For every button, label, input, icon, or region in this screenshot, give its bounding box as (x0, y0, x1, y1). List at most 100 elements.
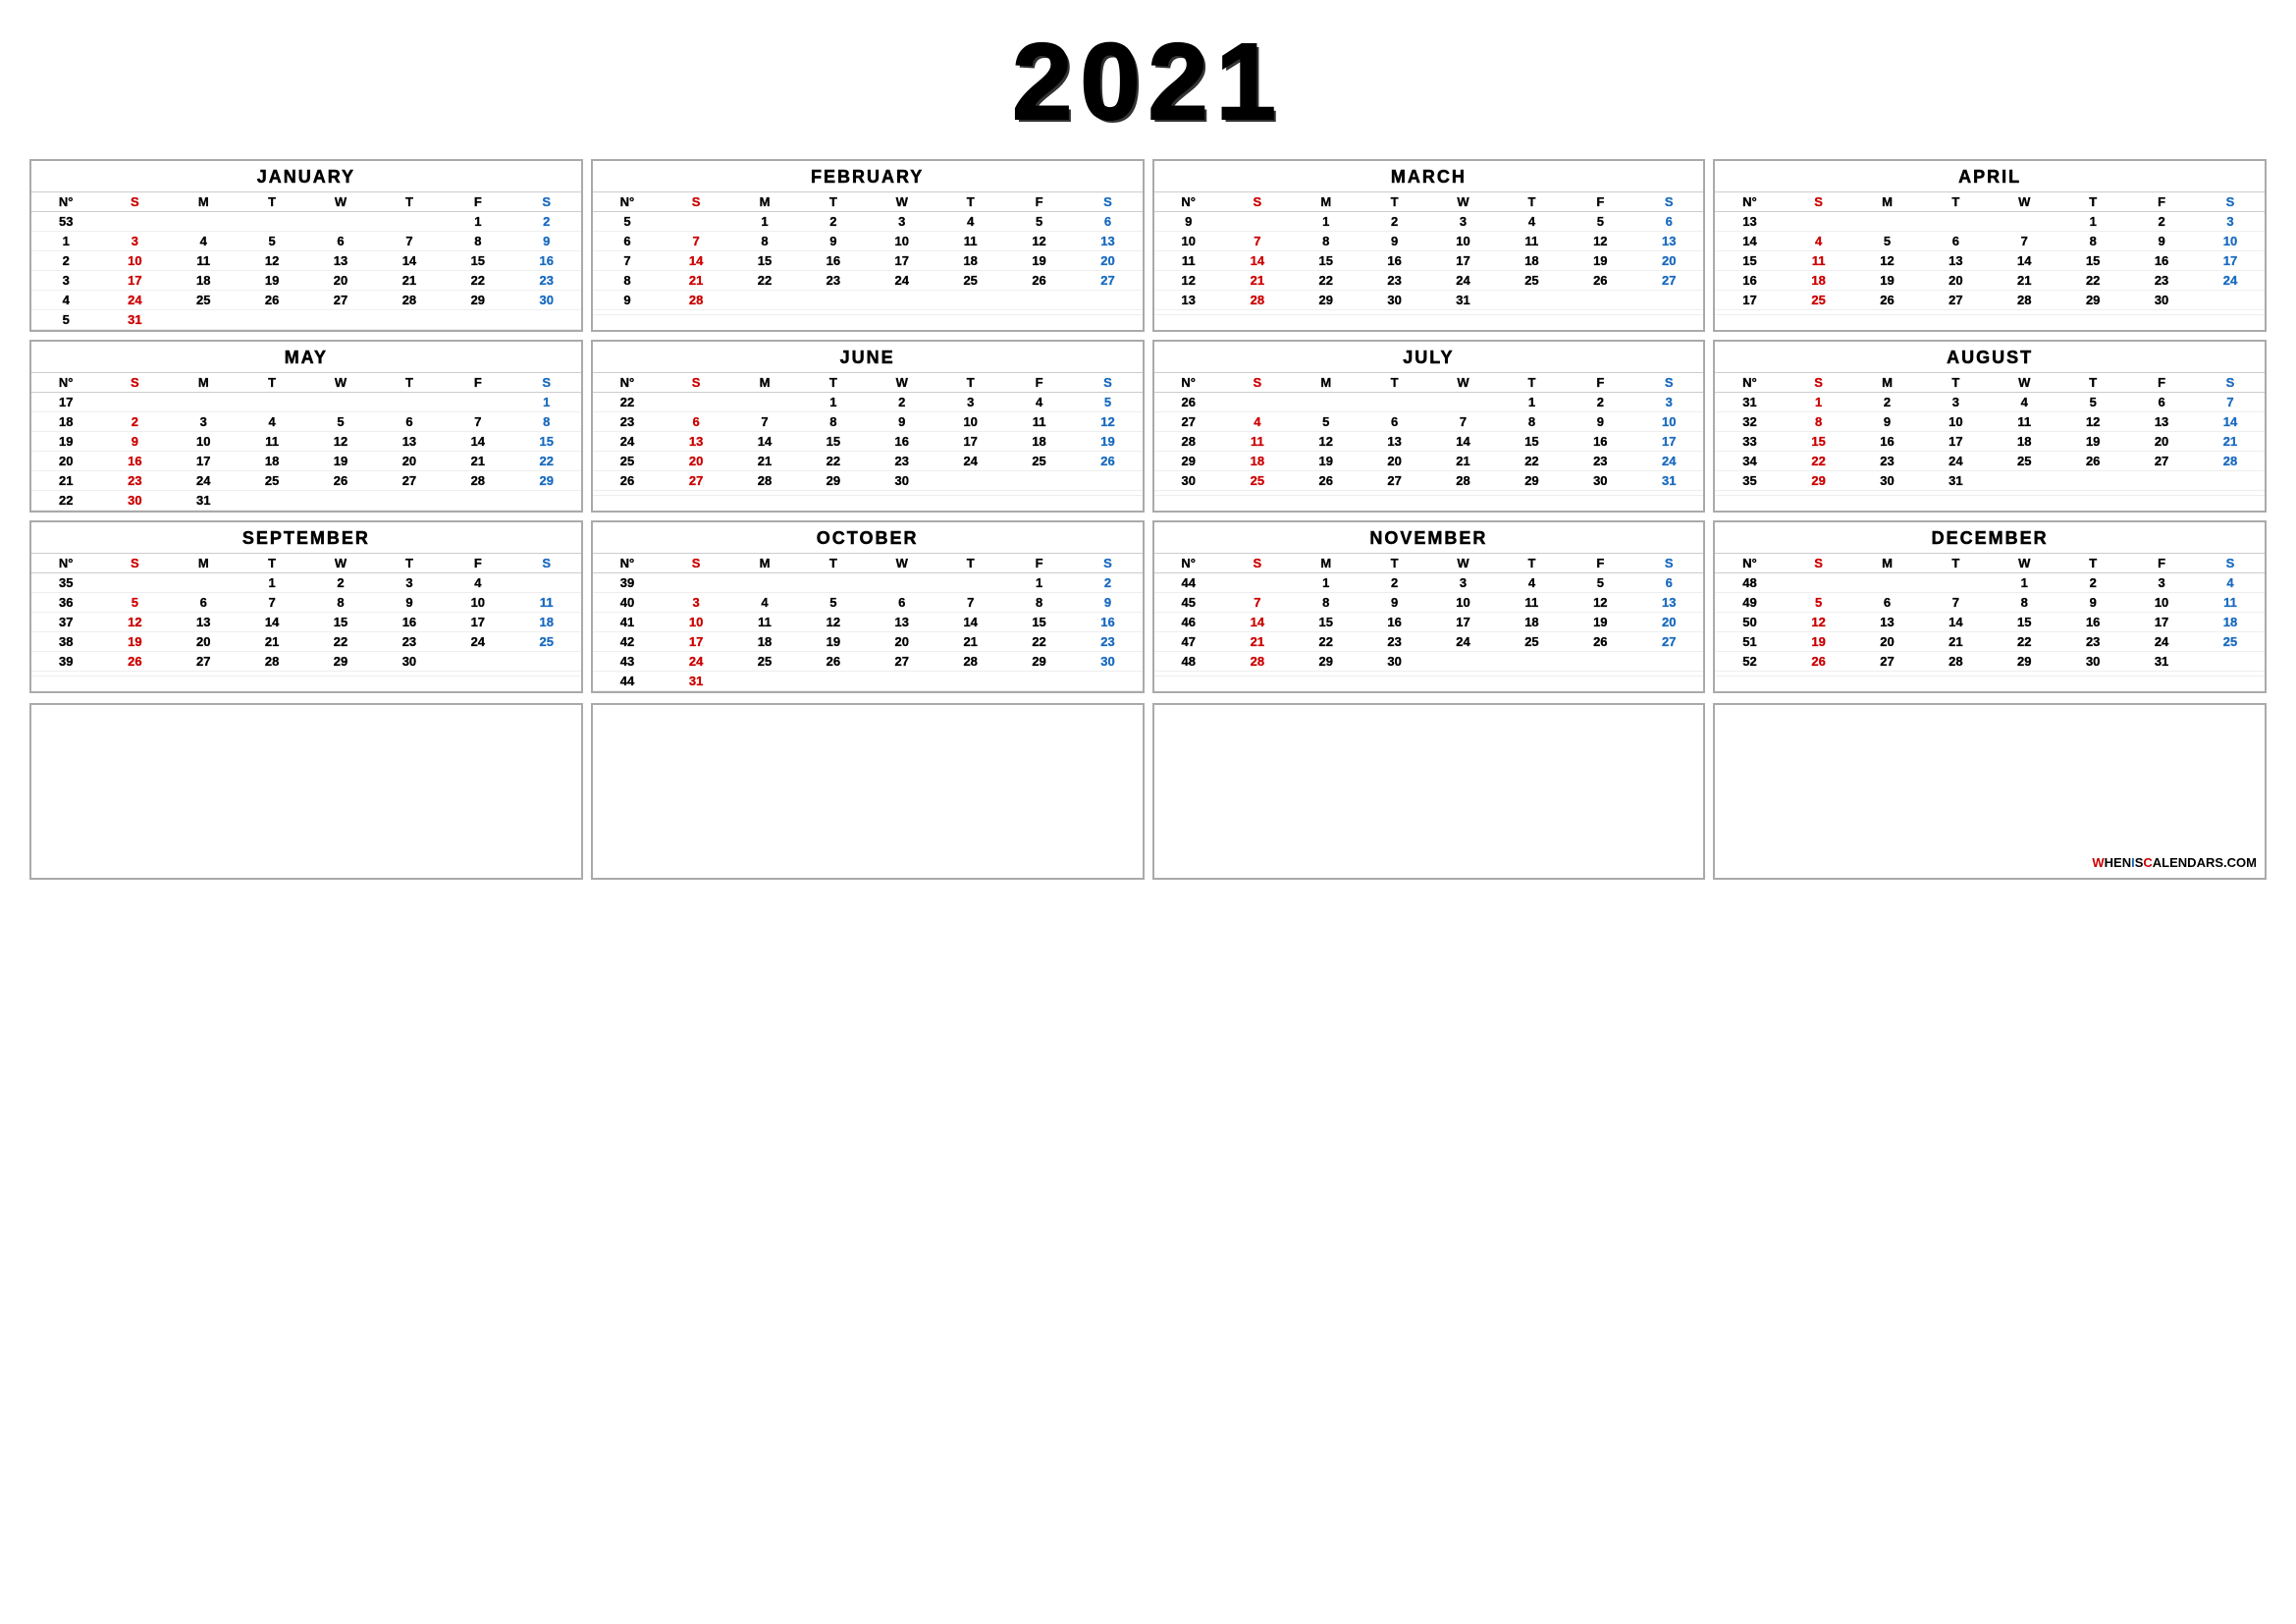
table-row: 182345678 (31, 412, 581, 432)
table-row: 13456789 (31, 232, 581, 251)
table-row: 171 (31, 393, 581, 412)
table-row: 4217181920212223 (593, 632, 1143, 652)
month-table-november: N°SMTWTFS4412345645789101112134614151617… (1154, 553, 1704, 677)
table-row: 2811121314151617 (1154, 432, 1704, 452)
month-block-november: NOVEMBERN°SMTWTFS44123456457891011121346… (1152, 520, 1706, 693)
table-row: 1114151617181920 (1154, 251, 1704, 271)
month-table-february: N°SMTWTFS5123456678910111213714151617181… (593, 191, 1143, 315)
footer-box-3 (1152, 703, 1706, 880)
table-row: 52262728293031 (1715, 652, 2265, 672)
table-row: 4324252627282930 (593, 652, 1143, 672)
table-row (1715, 491, 2265, 496)
table-row: 223031 (31, 491, 581, 511)
table-row: 821222324252627 (593, 271, 1143, 291)
year-title: 2021 (20, 20, 2276, 144)
table-row: 3315161718192021 (1715, 432, 2265, 452)
table-row: 714151617181920 (593, 251, 1143, 271)
table-row: 35293031 (1715, 471, 2265, 491)
table-row: 26123 (1154, 393, 1704, 412)
table-row (593, 491, 1143, 496)
month-block-july: JULYN°SMTWTFS261232745678910281112131415… (1152, 340, 1706, 513)
table-row: 424252627282930 (31, 291, 581, 310)
table-row: 236789101112 (593, 412, 1143, 432)
table-row: 199101112131415 (31, 432, 581, 452)
month-block-april: APRILN°SMTWTFS13123144567891015111213141… (1713, 159, 2267, 332)
month-block-june: JUNEN°SMTWTFS221234523678910111224131415… (591, 340, 1145, 513)
table-row: 1221222324252627 (1154, 271, 1704, 291)
month-table-january: N°SMTWTFS5312134567892101112131415163171… (31, 191, 581, 330)
table-row: 17252627282930 (1715, 291, 2265, 310)
month-title-january: JANUARY (31, 161, 581, 191)
table-row: 32891011121314 (1715, 412, 2265, 432)
table-row: 13123 (1715, 212, 2265, 232)
table-row: 2627282930 (593, 471, 1143, 491)
month-block-december: DECEMBERN°SMTWTFS48123449567891011501213… (1713, 520, 2267, 693)
footer-area: WHENISCALENDARS.COM (20, 703, 2276, 899)
table-row: 2520212223242526 (593, 452, 1143, 471)
month-block-october: OCTOBERN°SMTWTFS391240345678941101112131… (591, 520, 1145, 693)
month-block-may: MAYN°SMTWTFS1711823456781991011121314152… (29, 340, 583, 513)
table-row: 2123242526272829 (31, 471, 581, 491)
table-row: 5312 (31, 212, 581, 232)
month-title-september: SEPTEMBER (31, 522, 581, 553)
table-row: 1618192021222324 (1715, 271, 2265, 291)
table-row: 4578910111213 (1154, 593, 1704, 613)
table-row (1715, 672, 2265, 677)
table-row: 2413141516171819 (593, 432, 1143, 452)
table-row: 49567891011 (1715, 593, 2265, 613)
table-row: 4431 (593, 672, 1143, 691)
table-row: 3819202122232425 (31, 632, 581, 652)
month-table-june: N°SMTWTFS2212345236789101112241314151617… (593, 372, 1143, 496)
table-row: 481234 (1715, 573, 2265, 593)
month-title-may: MAY (31, 342, 581, 372)
footer-box-2 (591, 703, 1145, 880)
month-title-november: NOVEMBER (1154, 522, 1704, 553)
table-row: 351234 (31, 573, 581, 593)
month-block-january: JANUARYN°SMTWTFS531213456789210111213141… (29, 159, 583, 332)
table-row (31, 672, 581, 677)
footer-box-4: WHENISCALENDARS.COM (1713, 703, 2267, 880)
table-row: 2745678910 (1154, 412, 1704, 432)
month-table-april: N°SMTWTFS1312314456789101511121314151617… (1715, 191, 2265, 315)
table-row: 531 (31, 310, 581, 330)
table-row: 44123456 (1154, 573, 1704, 593)
table-row: 5012131415161718 (1715, 613, 2265, 632)
table-row: 2918192021222324 (1154, 452, 1704, 471)
month-title-december: DECEMBER (1715, 522, 2265, 553)
table-row: 392627282930 (31, 652, 581, 672)
table-row: 403456789 (593, 593, 1143, 613)
table-row: 48282930 (1154, 652, 1704, 672)
month-table-september: N°SMTWTFS3512343656789101137121314151617… (31, 553, 581, 677)
month-table-october: N°SMTWTFS3912403456789411011121314151642… (593, 553, 1143, 691)
calendar-grid: JANUARYN°SMTWTFS531213456789210111213141… (20, 159, 2276, 693)
table-row (1154, 672, 1704, 677)
table-row: 210111213141516 (31, 251, 581, 271)
month-table-july: N°SMTWTFS2612327456789102811121314151617… (1154, 372, 1704, 496)
month-title-march: MARCH (1154, 161, 1704, 191)
table-row: 5119202122232425 (1715, 632, 2265, 652)
month-title-june: JUNE (593, 342, 1143, 372)
month-title-july: JULY (1154, 342, 1704, 372)
table-row (1154, 491, 1704, 496)
month-title-october: OCTOBER (593, 522, 1143, 553)
table-row (593, 310, 1143, 315)
table-row: 3025262728293031 (1154, 471, 1704, 491)
table-row: 9123456 (1154, 212, 1704, 232)
table-row (1715, 310, 2265, 315)
table-row: 3422232425262728 (1715, 452, 2265, 471)
table-row: 4721222324252627 (1154, 632, 1704, 652)
month-block-february: FEBRUARYN°SMTWTFS51234566789101112137141… (591, 159, 1145, 332)
table-row: 317181920212223 (31, 271, 581, 291)
table-row: 1511121314151617 (1715, 251, 2265, 271)
table-row: 4110111213141516 (593, 613, 1143, 632)
month-table-may: N°SMTWTFS1711823456781991011121314152016… (31, 372, 581, 511)
table-row: 311234567 (1715, 393, 2265, 412)
month-table-december: N°SMTWTFS4812344956789101150121314151617… (1715, 553, 2265, 677)
month-title-february: FEBRUARY (593, 161, 1143, 191)
month-block-september: SEPTEMBERN°SMTWTFS3512343656789101137121… (29, 520, 583, 693)
month-title-august: AUGUST (1715, 342, 2265, 372)
table-row: 36567891011 (31, 593, 581, 613)
table-row: 3912 (593, 573, 1143, 593)
month-title-april: APRIL (1715, 161, 2265, 191)
table-row: 4614151617181920 (1154, 613, 1704, 632)
